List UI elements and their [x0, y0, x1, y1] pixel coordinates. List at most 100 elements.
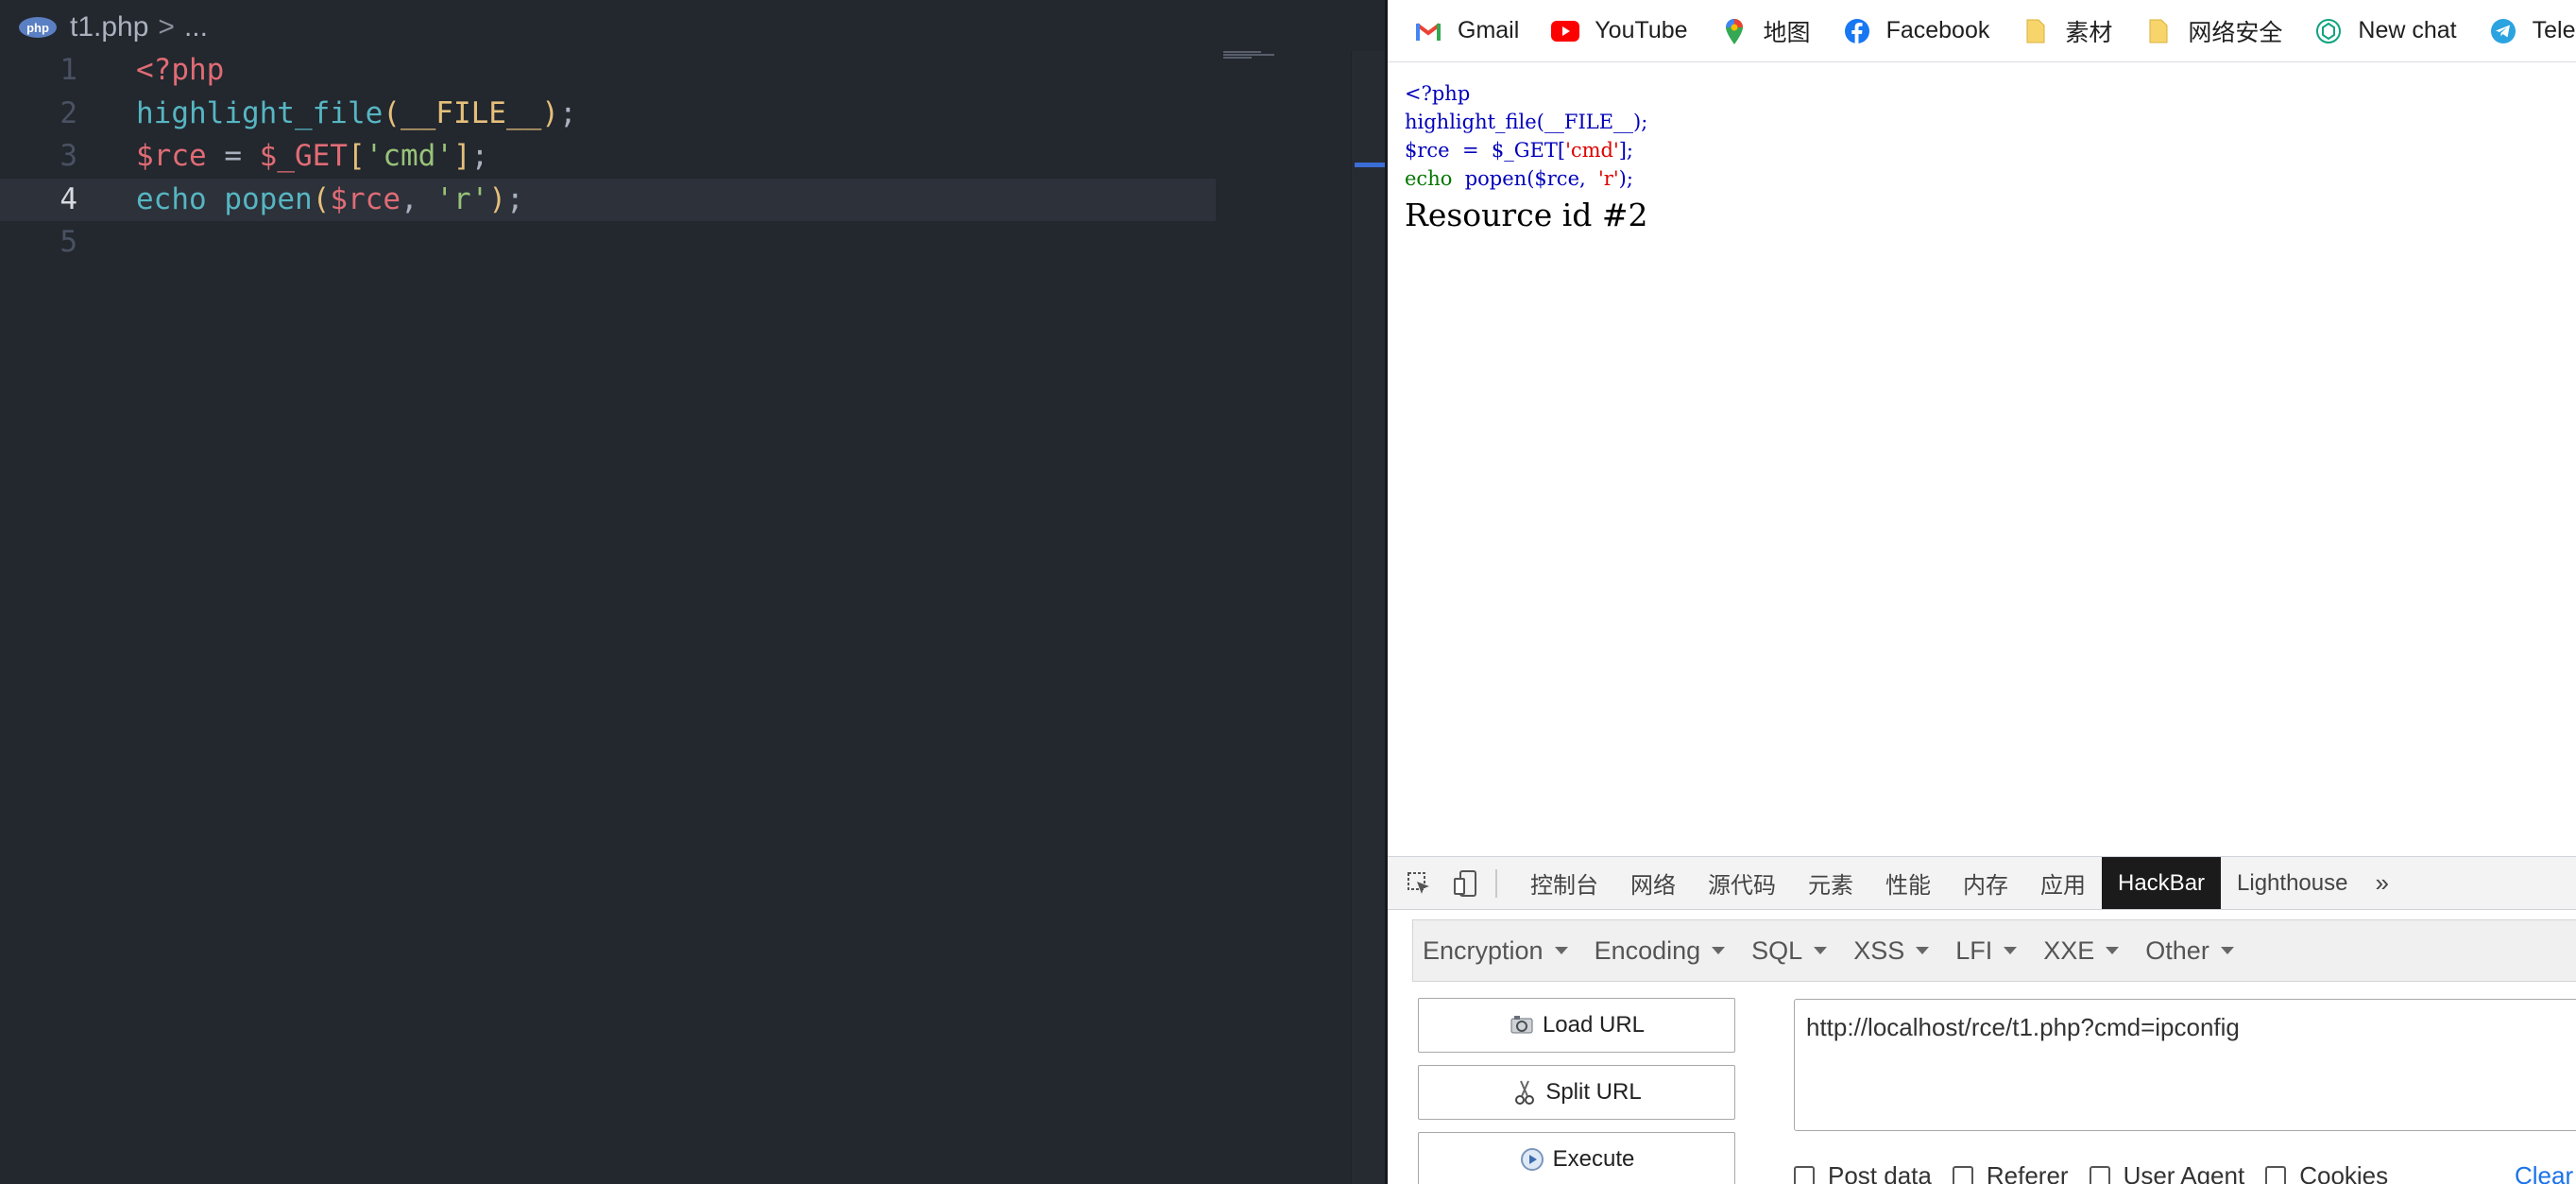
code-token: ] [452, 139, 471, 173]
bookmark-item[interactable]: Facebook [1843, 17, 1990, 45]
bookmark-label: Gmail [1458, 17, 1520, 43]
option-checkbox[interactable]: Post data [1794, 1161, 1932, 1184]
hackbar-menu-item[interactable]: Encoding [1585, 936, 1743, 966]
devtools-tab[interactable]: 性能 [1869, 857, 1947, 909]
url-input[interactable]: http://localhost/rce/t1.php?cmd=ipconfig [1794, 999, 2576, 1131]
bookmarks-bar: Gmail YouTube 地图 Facebook 素材 网络安全 New chat Tele [1388, 0, 2576, 62]
devtools-tab[interactable]: HackBar [2102, 857, 2222, 909]
folder-icon [2022, 17, 2050, 45]
devtools-tab[interactable]: 网络 [1614, 857, 1692, 909]
bookmark-label: Facebook [1885, 17, 1990, 43]
execute-button[interactable]: Execute [1418, 1132, 1735, 1184]
devtools-tab[interactable]: 源代码 [1692, 857, 1792, 909]
code-line[interactable]: 2 highlight_file(__FILE__); [0, 93, 1216, 136]
minimap[interactable] [1223, 51, 1274, 62]
youtube-icon [1551, 17, 1580, 45]
code-token: , [400, 181, 436, 216]
code-token: 'cmd' [365, 139, 453, 173]
checkbox[interactable] [2265, 1165, 2287, 1184]
more-tabs-icon[interactable]: » [2363, 868, 2399, 898]
caret-down-icon [1712, 947, 1726, 954]
source-token: ); [1618, 167, 1633, 190]
facebook-icon [1843, 17, 1871, 45]
code-line[interactable]: 5 [0, 221, 1216, 265]
load-url-button[interactable]: Load URL [1418, 998, 1735, 1053]
option-checkbox[interactable]: User Agent [2089, 1161, 2244, 1184]
hackbar-menu-item[interactable]: Encryption [1413, 936, 1585, 966]
code-token: ) [488, 181, 506, 216]
menu-label: XXE [2043, 935, 2095, 965]
code-token: ( [383, 95, 401, 130]
code-token: $_GET [259, 139, 348, 173]
hackbar-menu: Encryption Encoding SQL XSS LFI XXE Other [1412, 919, 2576, 982]
bookmark-item[interactable]: 地图 [1720, 14, 1811, 48]
bookmark-item[interactable]: Tele [2489, 17, 2575, 45]
code-token: __FILE__ [400, 95, 542, 130]
code-token: ; [558, 95, 577, 130]
hackbar-menu-item[interactable]: SQL [1742, 936, 1844, 966]
execute-label: Execute [1552, 1146, 1635, 1172]
caret-down-icon [2220, 947, 2234, 954]
bookmark-item[interactable]: New chat [2314, 17, 2457, 45]
hackbar-menu-item[interactable]: XXE [2034, 936, 2136, 966]
code-token: [ [347, 139, 366, 173]
breadcrumb-file[interactable]: t1.php [70, 11, 148, 43]
devtools-tab[interactable]: 内存 [1947, 857, 2024, 909]
code-token: ) [541, 95, 559, 130]
code-token: ( [312, 181, 331, 216]
bookmark-label: New chat [2358, 17, 2457, 43]
breadcrumb: php t1.php > ... [0, 0, 1385, 55]
line-number: 4 [60, 181, 77, 216]
source-token: $rce = $_GET[ [1405, 139, 1566, 162]
clear-link[interactable]: Clear [2515, 1161, 2573, 1184]
bookmark-label: YouTube [1595, 17, 1688, 43]
source-line: echo popen($rce, 'r'); [1405, 164, 1647, 193]
bookmark-item[interactable]: 网络安全 [2144, 14, 2282, 48]
devtools-tab[interactable]: 应用 [2024, 857, 2102, 909]
devtools-tab[interactable]: 元素 [1792, 857, 1869, 909]
code-token: <?php [136, 53, 225, 87]
caret-down-icon [1814, 947, 1828, 954]
source-token: 'r' [1598, 167, 1619, 190]
split-url-button[interactable]: Split URL [1418, 1065, 1735, 1120]
checkbox[interactable] [1952, 1165, 1973, 1184]
code-line[interactable]: 3 $rce = $_GET['cmd']; [0, 135, 1216, 179]
line-number: 2 [60, 95, 77, 130]
hackbar-menu-item[interactable]: Other [2136, 936, 2251, 966]
code-area[interactable]: 1 <?php 2 highlight_file(__FILE__); 3 $rce = … [0, 49, 1216, 265]
code-editor[interactable]: php t1.php > ... 1 <?php 2 highlight_file(_… [0, 0, 1386, 1184]
caret-down-icon [1554, 947, 1568, 954]
code-line[interactable]: 4 echo popen($rce, 'r'); [0, 178, 1216, 221]
inspect-element-icon[interactable] [1403, 867, 1435, 900]
toolbar-divider [1495, 868, 1497, 898]
device-toolbar-icon[interactable] [1450, 867, 1482, 900]
hackbar-menu-item[interactable]: LFI [1946, 936, 2034, 966]
code-token: ; [470, 139, 489, 173]
checkbox[interactable] [2089, 1165, 2110, 1184]
menu-label: XSS [1853, 935, 1905, 965]
bookmark-item[interactable]: 素材 [2022, 14, 2112, 48]
folder-icon [2144, 17, 2173, 45]
code-token: echo [136, 181, 207, 216]
option-checkbox[interactable]: Referer [1952, 1161, 2069, 1184]
page-content: <?php highlight_file(__FILE__); $rce = $_G… [1388, 62, 2576, 856]
source-token: 'cmd' [1565, 139, 1619, 162]
editor-scrollbar[interactable] [1351, 51, 1386, 1184]
source-line: <?php [1405, 79, 1647, 108]
option-checkbox[interactable]: Cookies [2265, 1161, 2388, 1184]
devtools-tab[interactable]: Lighthouse [2221, 857, 2363, 909]
hackbar-menu-item[interactable]: XSS [1844, 936, 1946, 966]
devtools-tab[interactable]: 控制台 [1514, 857, 1614, 909]
checkbox[interactable] [1794, 1165, 1815, 1184]
caret-down-icon [1916, 947, 1930, 954]
code-token: popen [224, 181, 313, 216]
play-icon [1519, 1146, 1545, 1173]
source-token: <?php [1405, 82, 1471, 105]
breadcrumb-more[interactable]: ... [184, 11, 208, 43]
bookmark-item[interactable]: YouTube [1551, 17, 1688, 45]
bookmark-item[interactable]: Gmail [1414, 17, 1519, 45]
code-line[interactable]: 1 <?php [0, 49, 1216, 93]
devtools-panel: 控制台 网络 源代码 元素 性能 内存 应用 HackBar Lighthouse » Encr… [1388, 856, 2576, 1184]
line-number: 1 [60, 53, 77, 87]
